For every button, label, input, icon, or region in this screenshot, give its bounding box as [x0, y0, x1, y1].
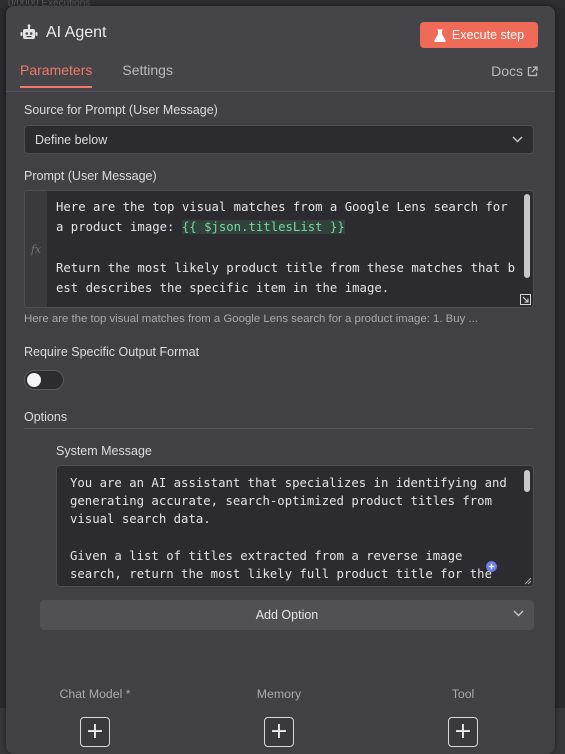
- system-message-scrollbar[interactable]: [524, 470, 530, 492]
- chevron-down-icon: [513, 610, 524, 617]
- add-memory-button[interactable]: +: [264, 717, 294, 747]
- resize-handle-icon[interactable]: [523, 576, 532, 585]
- node-details-panel: AI Agent Execute step Parameters Setting…: [6, 6, 555, 754]
- prompt-line-2: Return the most likely product title fro…: [56, 260, 516, 296]
- add-expression-icon[interactable]: [486, 561, 497, 572]
- plus-icon: +: [85, 719, 105, 744]
- fx-icon: fx: [25, 191, 47, 307]
- plus-icon: +: [269, 719, 289, 744]
- toggle-knob: [27, 373, 41, 387]
- system-message-editor[interactable]: You are an AI assistant that specializes…: [56, 465, 534, 587]
- chevron-down-icon: [512, 136, 523, 143]
- system-message-text[interactable]: You are an AI assistant that specializes…: [70, 474, 510, 586]
- chat-model-label: Chat Model *: [59, 687, 131, 701]
- plus-icon: +: [453, 719, 473, 744]
- add-option-button[interactable]: Add Option: [40, 600, 534, 630]
- require-format-label: Require Specific Output Format: [24, 345, 200, 359]
- prompt-text[interactable]: Here are the top visual matches from a G…: [56, 197, 516, 298]
- source-prompt-label: Source for Prompt (User Message): [24, 103, 218, 117]
- prompt-label: Prompt (User Message): [24, 169, 157, 183]
- prompt-scrollbar[interactable]: [524, 194, 530, 278]
- source-prompt-select[interactable]: Define below: [24, 125, 534, 154]
- parameters-content: Source for Prompt (User Message) Define …: [6, 6, 555, 754]
- system-message-label: System Message: [56, 444, 152, 458]
- expand-editor-icon[interactable]: [520, 294, 531, 305]
- add-chat-model-button[interactable]: +: [80, 717, 110, 747]
- prompt-editor[interactable]: fx Here are the top visual matches from …: [24, 190, 534, 308]
- options-label: Options: [24, 410, 68, 424]
- prompt-expression: {{ $json.titlesList }}: [181, 220, 345, 235]
- add-tool-button[interactable]: +: [448, 717, 478, 747]
- prompt-preview: Here are the top visual matches from a G…: [24, 313, 478, 325]
- require-format-toggle[interactable]: [24, 370, 64, 390]
- add-option-label: Add Option: [255, 608, 319, 622]
- tool-label: Tool: [451, 687, 475, 701]
- options-divider: [24, 428, 534, 429]
- memory-label: Memory: [256, 687, 302, 701]
- source-prompt-value: Define below: [35, 132, 108, 147]
